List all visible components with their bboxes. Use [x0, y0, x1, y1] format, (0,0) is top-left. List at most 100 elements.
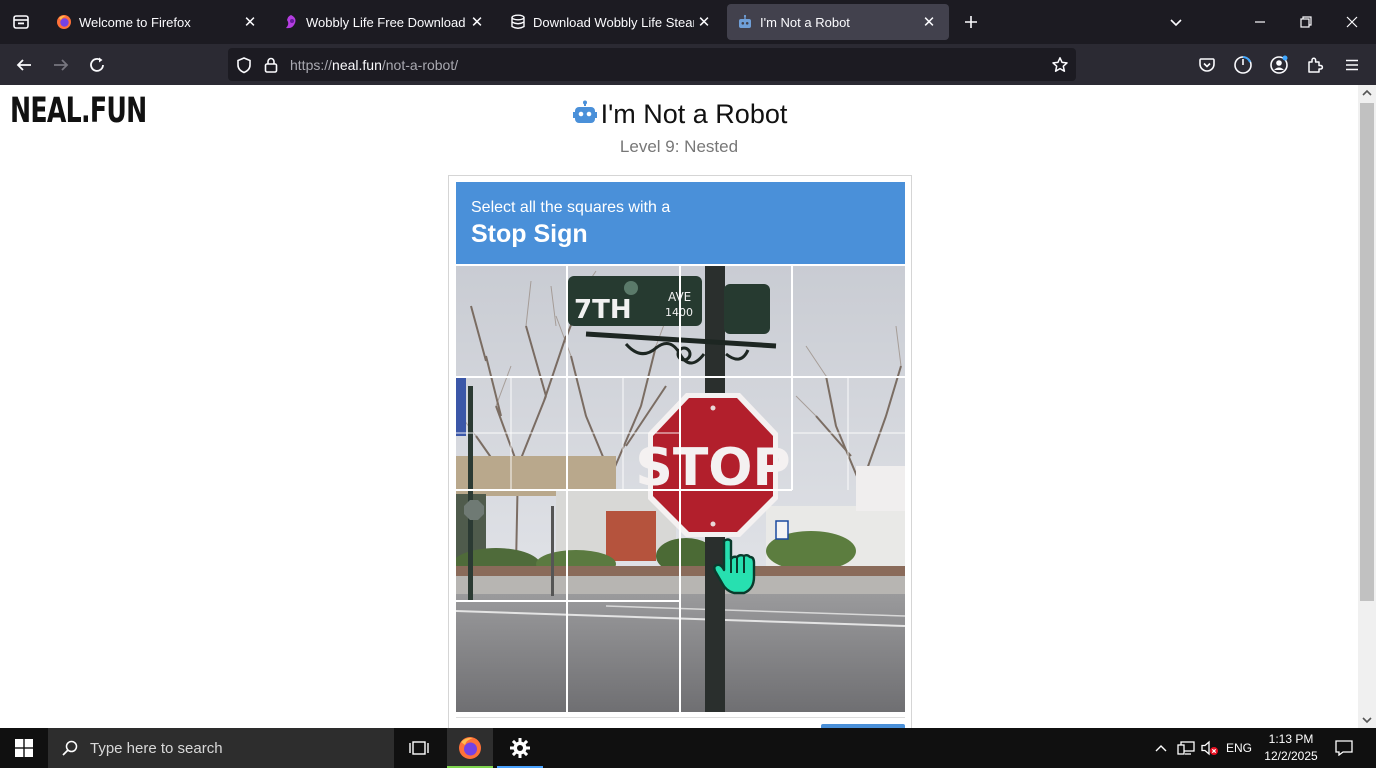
- extension-timer-button[interactable]: [1228, 50, 1258, 80]
- captcha-instruction: Select all the squares with a: [471, 199, 671, 216]
- chevron-up-icon: [1155, 745, 1167, 752]
- windows-logo-icon: [15, 739, 33, 757]
- lock-icon[interactable]: [261, 55, 281, 75]
- start-button[interactable]: [0, 728, 48, 768]
- timer-icon: [1234, 56, 1252, 74]
- page-title-text: I'm Not a Robot: [600, 99, 788, 129]
- url-text[interactable]: https://neal.fun/not-a-robot/: [290, 57, 458, 73]
- restore-icon: [1300, 16, 1312, 28]
- taskbar-clock[interactable]: 1:13 PM 12/2/2025: [1256, 731, 1326, 765]
- level-label: Level 9: Nested: [619, 137, 739, 156]
- pocket-button[interactable]: [1192, 50, 1222, 80]
- minimize-button[interactable]: [1237, 0, 1283, 44]
- tab-download-wobbly-life-steamrip[interactable]: Download Wobbly Life SteamRI ✕: [500, 4, 724, 40]
- new-tab-button[interactable]: [958, 10, 984, 34]
- scrollbar-thumb[interactable]: [1360, 103, 1374, 601]
- forward-button[interactable]: [46, 50, 76, 80]
- address-bar[interactable]: https://neal.fun/not-a-robot/: [228, 48, 1076, 81]
- list-all-tabs-button[interactable]: [1153, 0, 1199, 44]
- clock-time: 1:13 PM: [1268, 732, 1314, 746]
- scroll-down-arrow-icon[interactable]: [1358, 712, 1376, 728]
- extensions-button[interactable]: [1300, 50, 1330, 80]
- account-button[interactable]: [1264, 50, 1294, 80]
- tab-im-not-a-robot[interactable]: I'm Not a Robot ✕: [727, 4, 949, 40]
- close-window-button[interactable]: [1329, 0, 1375, 44]
- captcha-tile[interactable]: [568, 378, 680, 490]
- notification-icon: [1335, 740, 1353, 756]
- captcha-tile[interactable]: [456, 491, 567, 601]
- wobbly-icon: [283, 14, 299, 30]
- navigation-toolbar: https://neal.fun/not-a-robot/: [0, 44, 1376, 85]
- page-title: I'm Not a Robot: [1, 99, 1358, 133]
- arrow-right-icon: [54, 59, 69, 71]
- back-button[interactable]: [9, 50, 39, 80]
- hamburger-menu-icon: [1346, 59, 1358, 71]
- robot-icon: [737, 14, 753, 30]
- tab-wobbly-life-free-download[interactable]: Wobbly Life Free Download (v1 ✕: [273, 4, 497, 40]
- arrow-left-icon: [16, 59, 31, 71]
- network-icon: [1177, 741, 1195, 755]
- taskbar-search-box[interactable]: Type here to search: [48, 728, 394, 768]
- captcha-tile[interactable]: [568, 266, 680, 377]
- captcha-tile[interactable]: [681, 266, 792, 377]
- captcha-widget: Select all the squares with a Stop Sign: [448, 175, 912, 728]
- tab-title: I'm Not a Robot: [760, 14, 850, 30]
- url-domain: neal.fun: [332, 57, 382, 73]
- tab-welcome-to-firefox[interactable]: Welcome to Firefox ✕: [46, 4, 270, 40]
- captcha-header: Select all the squares with a Stop Sign: [456, 182, 905, 264]
- search-placeholder: Type here to search: [90, 739, 223, 757]
- page-scrollbar[interactable]: [1358, 85, 1376, 728]
- firefox-view-button[interactable]: [0, 0, 42, 44]
- steamrip-icon: [510, 14, 526, 30]
- restore-button[interactable]: [1283, 0, 1329, 44]
- bookmark-star-icon[interactable]: [1050, 55, 1070, 75]
- close-icon: [1346, 16, 1358, 28]
- search-icon: [62, 740, 78, 756]
- close-tab-icon[interactable]: ✕: [694, 12, 714, 32]
- menu-button[interactable]: [1337, 50, 1367, 80]
- captcha-footer-divider: [456, 717, 905, 718]
- firefox-icon: [56, 14, 72, 30]
- robot-icon: [572, 100, 597, 133]
- close-tab-icon[interactable]: ✕: [240, 12, 260, 32]
- captcha-tile[interactable]: [456, 378, 567, 490]
- captcha-tile[interactable]: [568, 602, 680, 712]
- show-hidden-icons-button[interactable]: [1151, 728, 1171, 768]
- reload-button[interactable]: [82, 50, 112, 80]
- url-path: /not-a-robot/: [381, 57, 459, 73]
- pocket-icon: [1199, 58, 1215, 72]
- web-page: NEAL.FUN I'm Not a Robot Level 9: Nested…: [0, 85, 1358, 728]
- action-center-button[interactable]: [1330, 728, 1358, 768]
- close-tab-icon[interactable]: ✕: [467, 12, 487, 32]
- taskbar-firefox[interactable]: [447, 728, 493, 768]
- network-status[interactable]: [1175, 728, 1197, 768]
- task-view-button[interactable]: [396, 728, 442, 768]
- shield-icon[interactable]: [234, 55, 254, 75]
- gear-icon: [510, 738, 530, 758]
- url-prefix: https://: [290, 57, 333, 73]
- clock-date: 12/2/2025: [1264, 749, 1318, 763]
- taskbar-settings[interactable]: [497, 728, 543, 768]
- tab-title: Welcome to Firefox: [79, 14, 191, 30]
- plus-icon: [965, 16, 977, 28]
- account-icon: [1270, 55, 1288, 74]
- captcha-tile[interactable]: [568, 491, 680, 601]
- input-language[interactable]: ENG: [1224, 728, 1254, 768]
- captcha-tile[interactable]: [681, 378, 792, 490]
- captcha-tile-large[interactable]: [681, 491, 905, 712]
- captcha-tile[interactable]: [456, 266, 567, 377]
- scroll-up-arrow-icon[interactable]: [1358, 85, 1376, 101]
- tab-title: Wobbly Life Free Download (v1: [306, 14, 467, 30]
- volume-status[interactable]: [1200, 728, 1220, 768]
- captcha-tile[interactable]: [793, 266, 905, 377]
- chevron-down-icon: [1170, 19, 1182, 27]
- captcha-target: Stop Sign: [471, 220, 588, 248]
- close-tab-icon[interactable]: ✕: [919, 12, 939, 32]
- hand-pointer-cursor-icon: [713, 538, 756, 595]
- puzzle-icon: [1308, 57, 1324, 73]
- captcha-tile[interactable]: [456, 602, 567, 712]
- captcha-tile[interactable]: [793, 378, 905, 490]
- windows-taskbar: Type here to search ENG 1:13 PM 12/2/202…: [0, 728, 1376, 768]
- tab-bar: Welcome to Firefox ✕ Wobbly Life Free Do…: [0, 0, 1376, 44]
- task-view-icon: [409, 741, 429, 755]
